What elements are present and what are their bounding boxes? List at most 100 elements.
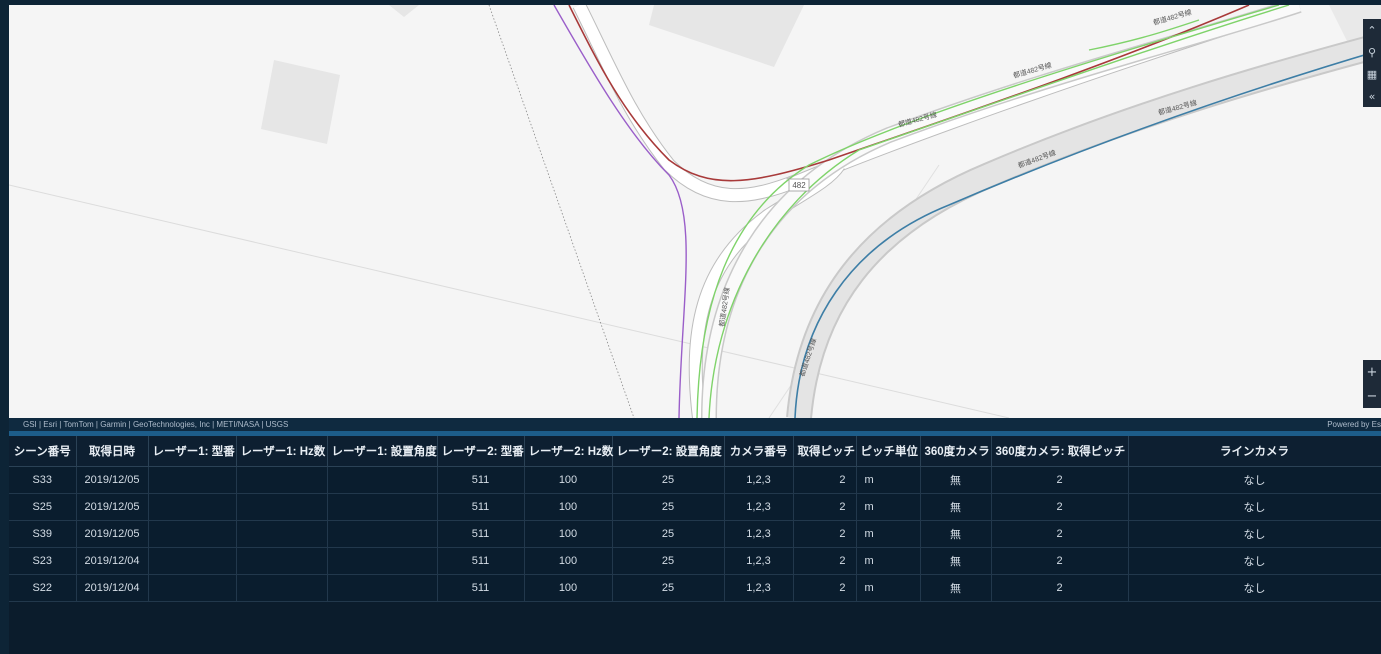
table-cell: なし bbox=[1128, 520, 1381, 548]
table-cell bbox=[148, 493, 237, 521]
table-cell: 100 bbox=[524, 493, 613, 521]
table-cell bbox=[148, 520, 237, 548]
building bbox=[389, 5, 419, 17]
table-cell: 無 bbox=[920, 466, 992, 494]
map-toolbar: ⌃ ⚲ ▦ « bbox=[1363, 19, 1381, 107]
table-row[interactable]: S25 2019/12/05 511 100 25 1,2,3 2 m 無 2 … bbox=[9, 493, 1381, 521]
table-cell: なし bbox=[1128, 466, 1381, 494]
table-cell: 25 bbox=[612, 574, 725, 602]
table-cell bbox=[327, 574, 438, 602]
table-cell: 100 bbox=[524, 547, 613, 575]
table-cell: 2 bbox=[991, 520, 1129, 548]
table-cell: 2019/12/05 bbox=[76, 493, 149, 521]
double-chevron-left-icon[interactable]: « bbox=[1363, 85, 1381, 107]
column-header[interactable]: カメラ番号 bbox=[724, 436, 794, 467]
search-icon[interactable]: ⚲ bbox=[1363, 41, 1381, 63]
table-cell: m bbox=[856, 547, 921, 575]
table-cell bbox=[236, 574, 328, 602]
table-cell: 511 bbox=[437, 547, 525, 575]
table-cell bbox=[236, 493, 328, 521]
table-cell: 2 bbox=[793, 466, 857, 494]
grid-icon[interactable]: ▦ bbox=[1363, 63, 1381, 85]
table-cell: 25 bbox=[612, 493, 725, 521]
column-header[interactable]: 取得日時 bbox=[76, 436, 149, 467]
building bbox=[649, 5, 804, 67]
map-view[interactable]: 482 都道482号線 都道482号線 都道482号線 都道482号線 都道48… bbox=[9, 5, 1381, 418]
table-cell: 100 bbox=[524, 574, 613, 602]
table-cell: 2 bbox=[991, 466, 1129, 494]
zoom-in-button[interactable]: + bbox=[1363, 360, 1381, 384]
table-cell bbox=[327, 466, 438, 494]
table-cell: 無 bbox=[920, 574, 992, 602]
table-cell bbox=[327, 493, 438, 521]
table-cell: なし bbox=[1128, 493, 1381, 521]
table-cell bbox=[236, 466, 328, 494]
table-row[interactable]: S33 2019/12/05 511 100 25 1,2,3 2 m 無 2 … bbox=[9, 466, 1381, 494]
column-header[interactable]: レーザー1: Hz数 bbox=[236, 436, 328, 467]
map-canvas[interactable]: 482 都道482号線 都道482号線 都道482号線 都道482号線 都道48… bbox=[9, 5, 1381, 418]
column-header[interactable]: シーン番号 bbox=[9, 436, 77, 467]
table-cell: 2019/12/05 bbox=[76, 466, 149, 494]
table-cell: 25 bbox=[612, 466, 725, 494]
map-attribution-bar: GSI | Esri | TomTom | Garmin | GeoTechno… bbox=[9, 418, 1381, 431]
zoom-controls: + − bbox=[1363, 360, 1381, 408]
table-cell: 1,2,3 bbox=[724, 520, 794, 548]
table-cell bbox=[327, 547, 438, 575]
table-cell: m bbox=[856, 574, 921, 602]
building bbox=[261, 60, 340, 144]
table-cell: 2 bbox=[793, 493, 857, 521]
powered-by-link[interactable]: Powered by Es bbox=[1327, 418, 1381, 431]
table-cell: m bbox=[856, 466, 921, 494]
table-cell: なし bbox=[1128, 547, 1381, 575]
column-header[interactable]: レーザー2: 型番 bbox=[437, 436, 525, 467]
column-header[interactable]: 360度カメラ: 取得ピッチ bbox=[991, 436, 1129, 467]
table-cell: 511 bbox=[437, 520, 525, 548]
table-cell: m bbox=[856, 493, 921, 521]
column-header[interactable]: レーザー1: 型番 bbox=[148, 436, 237, 467]
column-header[interactable]: ラインカメラ bbox=[1128, 436, 1381, 467]
table-cell bbox=[148, 574, 237, 602]
table-cell: S33 bbox=[9, 466, 77, 494]
column-header[interactable]: ピッチ単位 bbox=[856, 436, 921, 467]
column-header[interactable]: レーザー1: 設置角度 bbox=[327, 436, 438, 467]
table-cell: 511 bbox=[437, 574, 525, 602]
attribute-table: シーン番号 取得日時 レーザー1: 型番 レーザー1: Hz数 レーザー1: 設… bbox=[9, 436, 1381, 602]
table-cell: 511 bbox=[437, 466, 525, 494]
table-cell: 2 bbox=[991, 493, 1129, 521]
table-cell: 2019/12/04 bbox=[76, 547, 149, 575]
table-cell: 1,2,3 bbox=[724, 547, 794, 575]
table-cell: 1,2,3 bbox=[724, 574, 794, 602]
table-cell: 100 bbox=[524, 466, 613, 494]
table-cell bbox=[148, 547, 237, 575]
route-trace-purple bbox=[553, 5, 687, 418]
map-attribution: GSI | Esri | TomTom | Garmin | GeoTechno… bbox=[23, 420, 289, 429]
table-cell: 2 bbox=[793, 520, 857, 548]
table-row[interactable]: S23 2019/12/04 511 100 25 1,2,3 2 m 無 2 … bbox=[9, 547, 1381, 575]
table-cell: m bbox=[856, 520, 921, 548]
table-cell: 無 bbox=[920, 520, 992, 548]
table-cell: 25 bbox=[612, 520, 725, 548]
table-cell: 無 bbox=[920, 547, 992, 575]
double-chevron-up-icon[interactable]: ⌃ bbox=[1363, 19, 1381, 41]
boundary-line bbox=[9, 184, 1010, 418]
table-row[interactable]: S39 2019/12/05 511 100 25 1,2,3 2 m 無 2 … bbox=[9, 520, 1381, 548]
column-header[interactable]: レーザー2: Hz数 bbox=[524, 436, 613, 467]
table-cell: 2 bbox=[793, 574, 857, 602]
table-cell bbox=[236, 520, 328, 548]
attribute-table-panel: シーン番号 取得日時 レーザー1: 型番 レーザー1: Hz数 レーザー1: 設… bbox=[9, 436, 1381, 654]
column-header[interactable]: レーザー2: 設置角度 bbox=[612, 436, 725, 467]
table-cell: なし bbox=[1128, 574, 1381, 602]
zoom-out-button[interactable]: − bbox=[1363, 384, 1381, 408]
table-cell: S22 bbox=[9, 574, 77, 602]
table-cell: 100 bbox=[524, 520, 613, 548]
table-cell: 無 bbox=[920, 493, 992, 521]
table-cell: 2019/12/04 bbox=[76, 574, 149, 602]
table-cell: S39 bbox=[9, 520, 77, 548]
table-row[interactable]: S22 2019/12/04 511 100 25 1,2,3 2 m 無 2 … bbox=[9, 574, 1381, 602]
table-cell: S25 bbox=[9, 493, 77, 521]
table-cell: 2019/12/05 bbox=[76, 520, 149, 548]
column-header[interactable]: 360度カメラ bbox=[920, 436, 992, 467]
table-cell bbox=[327, 520, 438, 548]
table-cell bbox=[148, 466, 237, 494]
column-header[interactable]: 取得ピッチ bbox=[793, 436, 857, 467]
